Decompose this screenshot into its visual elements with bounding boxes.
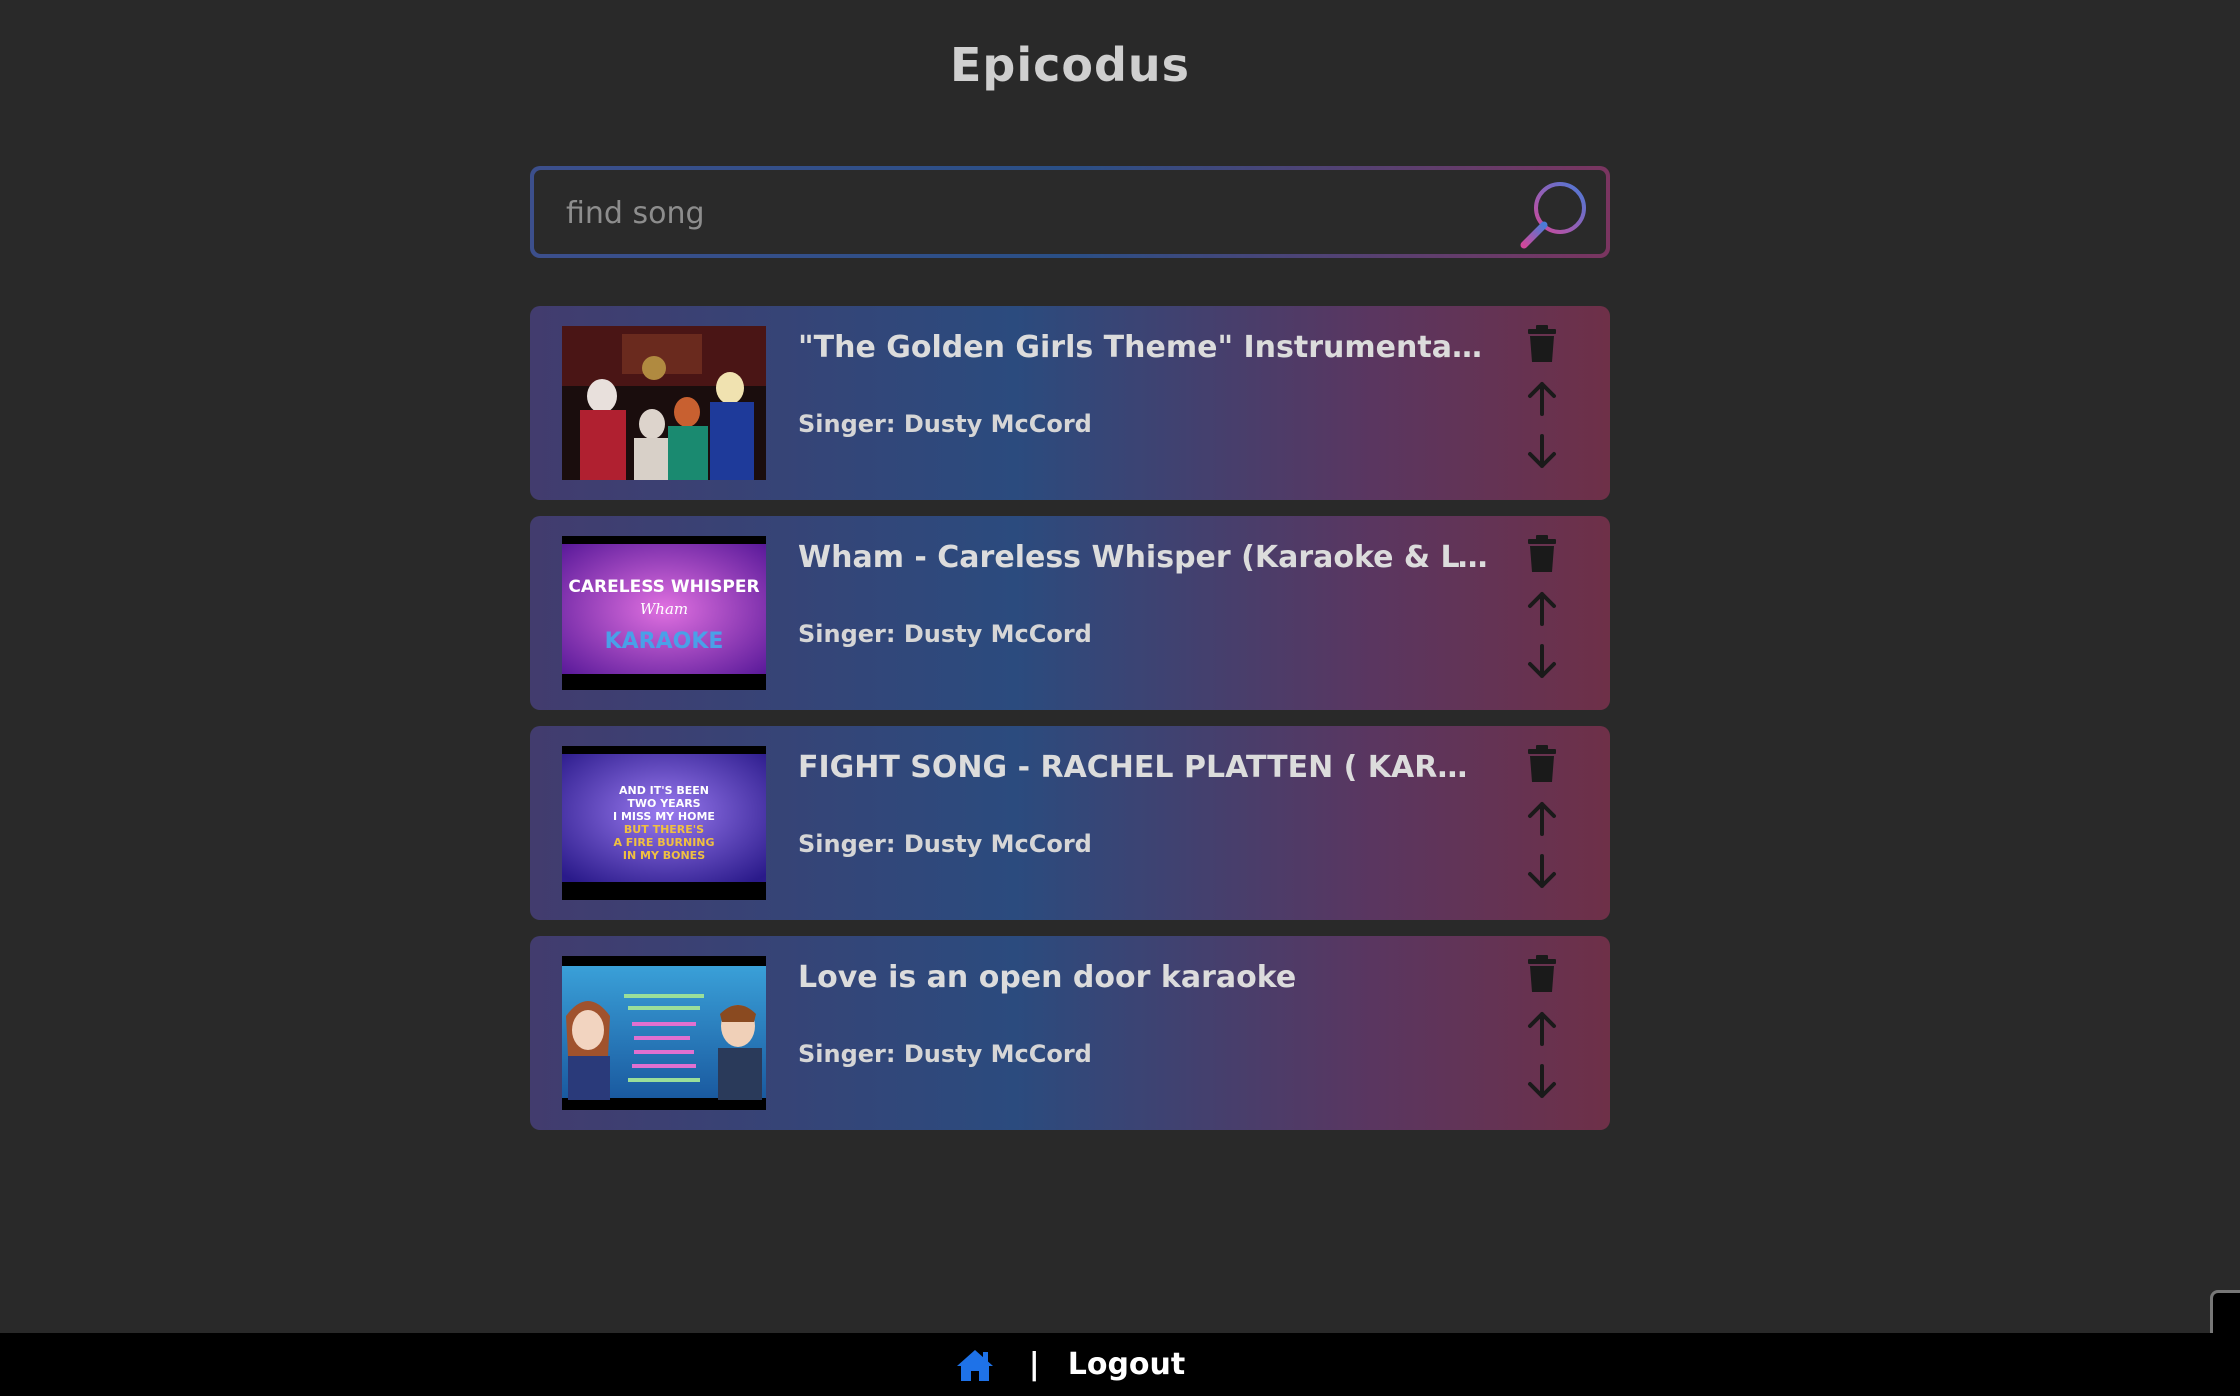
arrow-down-icon[interactable]	[1522, 432, 1562, 472]
song-singer: Singer: Dusty McCord	[798, 830, 1092, 858]
trash-icon[interactable]	[1522, 744, 1562, 784]
careless-whisper-thumbnail[interactable]: CARELESS WHISPER Wham KARAOKE	[562, 536, 766, 690]
thumb-text: CARELESS WHISPER	[568, 577, 759, 597]
logout-link[interactable]: Logout	[1068, 1347, 1186, 1382]
trash-icon[interactable]	[1522, 954, 1562, 994]
thumb-lyric-line: A FIRE BURNING	[613, 836, 714, 849]
trash-icon[interactable]	[1522, 324, 1562, 364]
thumb-lyric-line: BUT THERE'S	[624, 823, 704, 836]
song-list: "The Golden Girls Theme" Instrumental Ve…	[530, 306, 1610, 1146]
song-card: "The Golden Girls Theme" Instrumental Ve…	[530, 306, 1610, 500]
search-bar-inner	[534, 170, 1606, 256]
arrow-up-icon[interactable]	[1522, 798, 1562, 838]
thumb-text: Wham	[640, 600, 688, 618]
love-open-door-thumbnail[interactable]	[562, 956, 766, 1110]
footer-nav: | Logout	[0, 1333, 2240, 1396]
thumb-lyric-line: IN MY BONES	[623, 849, 705, 862]
arrow-down-icon[interactable]	[1522, 1062, 1562, 1102]
arrow-up-icon[interactable]	[1522, 378, 1562, 418]
footer-separator: |	[1028, 1347, 1040, 1382]
footer-inner: | Logout	[0, 1333, 2140, 1396]
song-actions	[1522, 534, 1562, 694]
page-title: Epicodus	[949, 38, 1191, 92]
arrow-up-icon[interactable]	[1522, 1008, 1562, 1048]
song-card: CARELESS WHISPER Wham KARAOKE Wham - Car…	[530, 516, 1610, 710]
home-icon[interactable]	[955, 1347, 995, 1383]
song-singer: Singer: Dusty McCord	[798, 1040, 1092, 1068]
thumb-lyric-line: AND IT'S BEEN	[619, 784, 709, 797]
arrow-up-icon[interactable]	[1522, 588, 1562, 628]
song-actions	[1522, 744, 1562, 904]
song-title: FIGHT SONG - RACHEL PLATTEN ( KARAOKE )	[798, 750, 1488, 785]
fight-song-thumbnail[interactable]: AND IT'S BEEN TWO YEARS I MISS MY HOME B…	[562, 746, 766, 900]
search-bar	[530, 166, 1610, 258]
song-actions	[1522, 954, 1562, 1114]
song-card: AND IT'S BEEN TWO YEARS I MISS MY HOME B…	[530, 726, 1610, 920]
golden-girls-thumbnail[interactable]	[562, 326, 766, 480]
trash-icon[interactable]	[1522, 534, 1562, 574]
thumb-lyric-line: TWO YEARS	[627, 797, 700, 810]
page: Epicodus find song "The Golden Girls The…	[0, 0, 2240, 1396]
arrow-down-icon[interactable]	[1522, 642, 1562, 682]
song-card: Love is an open door karaoke Singer: Dus…	[530, 936, 1610, 1130]
song-title: Wham - Careless Whisper (Karaoke & Lyric…	[798, 540, 1488, 575]
search-icon[interactable]	[1514, 178, 1590, 250]
song-title: "The Golden Girls Theme" Instrumental Ve…	[798, 330, 1488, 365]
song-singer: Singer: Dusty McCord	[798, 410, 1092, 438]
thumb-text: KARAOKE	[605, 629, 724, 654]
song-title: Love is an open door karaoke	[798, 960, 1297, 995]
search-input[interactable]	[564, 170, 1468, 256]
thumb-lyric-line: I MISS MY HOME	[613, 810, 715, 823]
song-actions	[1522, 324, 1562, 484]
arrow-down-icon[interactable]	[1522, 852, 1562, 892]
song-singer: Singer: Dusty McCord	[798, 620, 1092, 648]
